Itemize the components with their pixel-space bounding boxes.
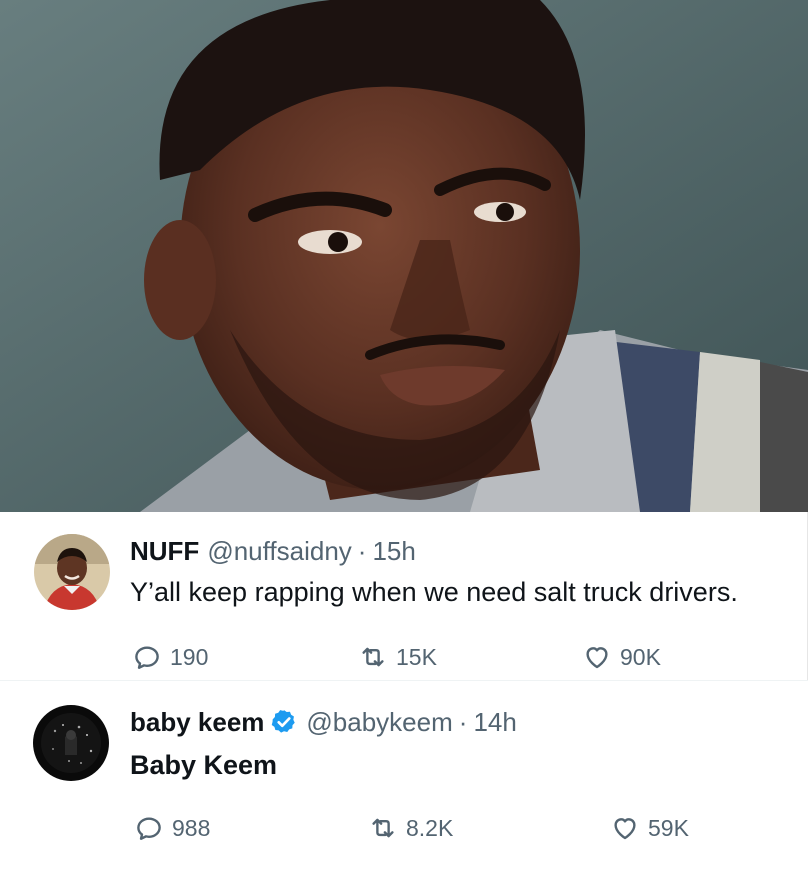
reply-count: 190 <box>170 643 209 670</box>
separator-dot: · <box>357 536 367 566</box>
reply-icon <box>135 646 159 669</box>
avatar[interactable] <box>33 705 109 781</box>
reply-count: 988 <box>172 814 211 841</box>
retweet-button[interactable]: 15K <box>358 642 437 672</box>
tweet-card[interactable]: baby keem @babykeem · 14h Baby Keem 988 … <box>0 680 808 871</box>
dark-avatar-icon <box>33 705 109 781</box>
like-count: 90K <box>620 643 661 670</box>
user-handle[interactable]: @babykeem <box>306 707 452 737</box>
verified-badge-icon <box>272 710 296 733</box>
tweet-actions: 190 15K 90K <box>0 642 808 676</box>
like-icon <box>614 818 636 840</box>
display-name[interactable]: NUFF <box>130 536 199 566</box>
child-avatar-icon <box>34 534 110 610</box>
portrait-illustration <box>0 0 808 512</box>
retweet-count: 8.2K <box>406 814 454 841</box>
tweet-header: baby keem @babykeem · 14h <box>130 707 517 737</box>
reply-button[interactable]: 988 <box>134 813 210 843</box>
user-handle[interactable]: @nuffsaidny <box>207 536 351 566</box>
separator-dot: · <box>458 707 468 737</box>
like-icon <box>586 647 608 669</box>
hero-photo <box>0 0 808 512</box>
retweet-icon <box>362 647 384 667</box>
tweet-text: Y’all keep rapping when we need salt tru… <box>130 577 738 607</box>
reply-button[interactable]: 190 <box>132 642 208 672</box>
display-name[interactable]: baby keem <box>130 707 264 737</box>
like-button[interactable]: 90K <box>582 642 661 672</box>
retweet-button[interactable]: 8.2K <box>368 813 453 843</box>
tweet-card[interactable]: NUFF @nuffsaidny · 15h Y’all keep rappin… <box>0 512 808 680</box>
like-button[interactable]: 59K <box>610 813 689 843</box>
timestamp[interactable]: 14h <box>473 707 516 737</box>
tweet-header: NUFF @nuffsaidny · 15h <box>130 536 416 566</box>
like-count: 59K <box>648 814 689 841</box>
avatar[interactable] <box>34 534 110 610</box>
tweet-actions: 988 8.2K 59K <box>0 813 808 847</box>
retweet-count: 15K <box>396 643 437 670</box>
reply-icon <box>137 817 161 840</box>
retweet-icon <box>372 818 394 838</box>
tweet-text: Baby Keem <box>130 750 278 780</box>
timestamp[interactable]: 15h <box>372 536 415 566</box>
